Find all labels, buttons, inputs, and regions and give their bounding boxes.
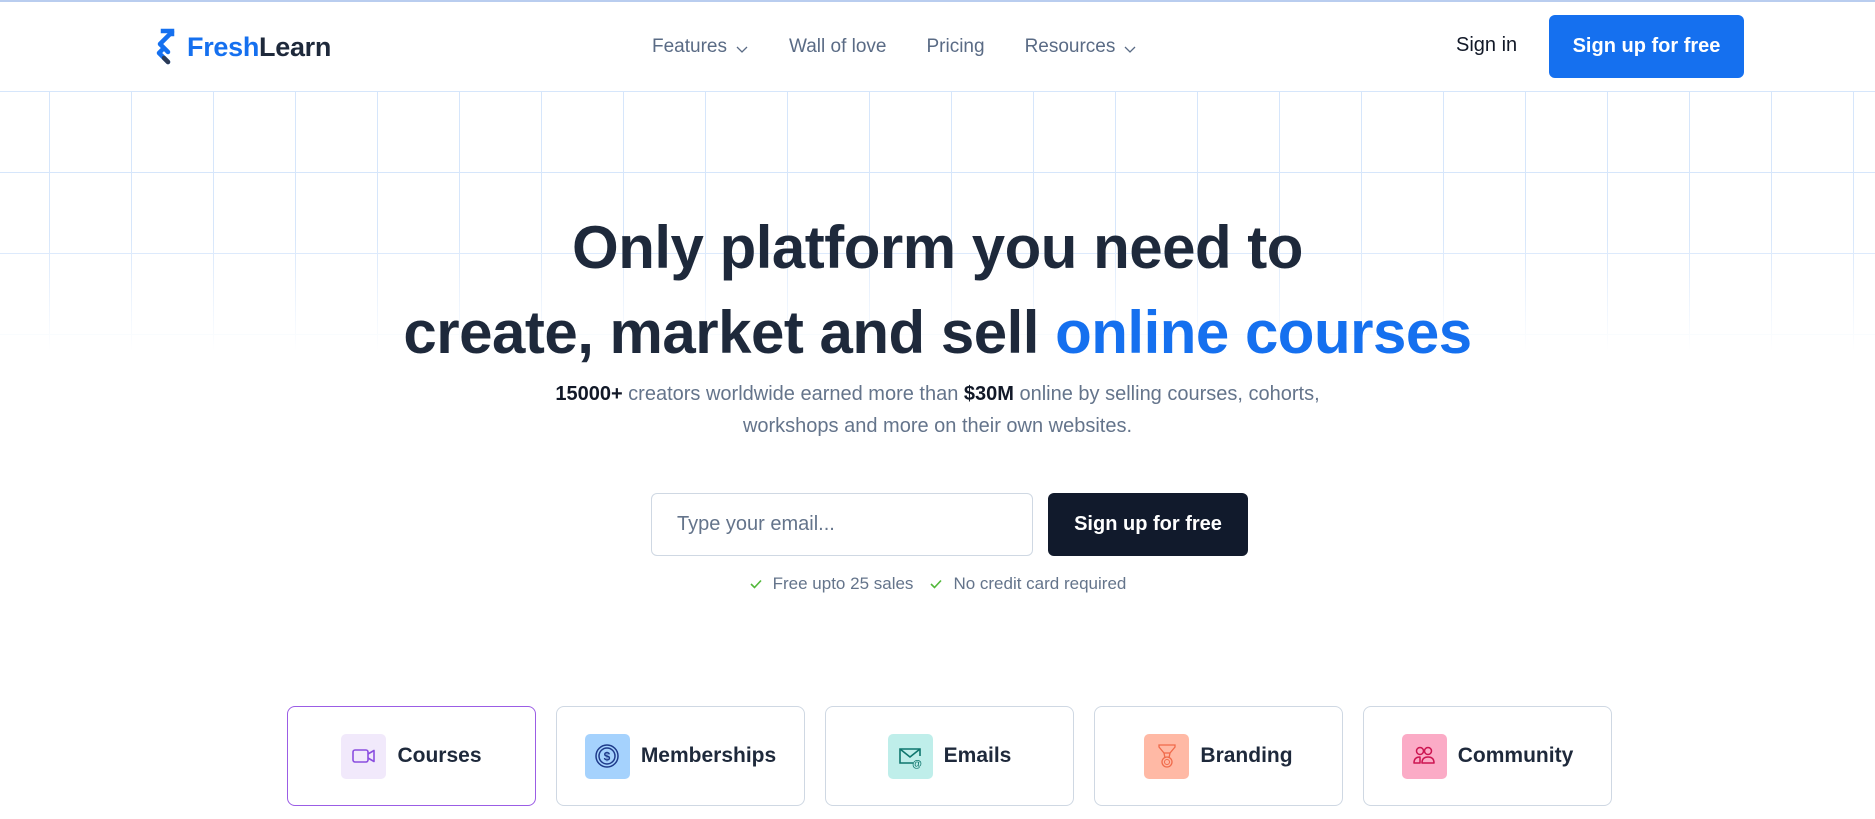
site-header: FreshLearn Features Wall of love Pricing… <box>0 2 1875 91</box>
tab-community[interactable]: Community <box>1363 706 1612 806</box>
memberships-icon-box: $ <box>584 733 630 779</box>
nav-resources[interactable]: Resources <box>1025 36 1138 58</box>
chevron-down-icon <box>736 46 748 53</box>
earnings-stat: $30M <box>963 383 1014 405</box>
email-input[interactable] <box>651 493 1033 556</box>
courses-icon-box <box>341 733 387 779</box>
tab-courses[interactable]: Courses <box>287 706 536 806</box>
main-nav: Features Wall of love Pricing Resources <box>652 32 1177 62</box>
emails-icon-box: @ <box>887 733 933 779</box>
feature-tabs: Courses $ Memberships @ Emails Branding … <box>287 706 1632 806</box>
tab-emails[interactable]: @ Emails <box>825 706 1074 806</box>
chevron-down-icon <box>1124 46 1136 53</box>
benefit-item: No credit card required <box>929 574 1126 594</box>
benefit-item: Free upto 25 sales <box>749 574 913 594</box>
check-icon <box>930 579 943 589</box>
medal-icon <box>1158 744 1176 768</box>
svg-text:@: @ <box>912 759 922 770</box>
creators-stat: 15000+ <box>555 383 623 405</box>
hero-signup-button[interactable]: Sign up for free <box>1048 493 1248 556</box>
nav-pricing[interactable]: Pricing <box>926 36 984 58</box>
nav-wall-of-love[interactable]: Wall of love <box>789 36 887 58</box>
sign-in-link[interactable]: Sign in <box>1456 34 1517 57</box>
community-icon-box <box>1401 733 1447 779</box>
check-icon <box>750 579 762 589</box>
logo-text: FreshLearn <box>187 31 332 62</box>
nav-features[interactable]: Features <box>652 36 749 58</box>
header-signup-button[interactable]: Sign up for free <box>1549 15 1744 78</box>
freshlearn-logo-icon <box>156 28 175 65</box>
users-icon <box>1413 746 1435 764</box>
hero-title: Only platform you need to create, market… <box>403 214 1472 366</box>
tab-branding[interactable]: Branding <box>1094 706 1343 806</box>
branding-icon-box <box>1144 733 1190 779</box>
hero-subtitle: 15000+ creators worldwide earned more th… <box>555 383 1320 437</box>
hero-title-highlight: online courses <box>1055 299 1472 366</box>
logo[interactable]: FreshLearn <box>156 26 331 68</box>
svg-text:$: $ <box>604 750 611 764</box>
dollar-coin-icon: $ <box>595 744 620 768</box>
signup-benefits: Free upto 25 sales No credit card requir… <box>0 574 1875 594</box>
email-at-icon: @ <box>899 748 922 770</box>
tab-memberships[interactable]: $ Memberships <box>556 706 805 806</box>
video-camera-icon <box>352 749 375 763</box>
